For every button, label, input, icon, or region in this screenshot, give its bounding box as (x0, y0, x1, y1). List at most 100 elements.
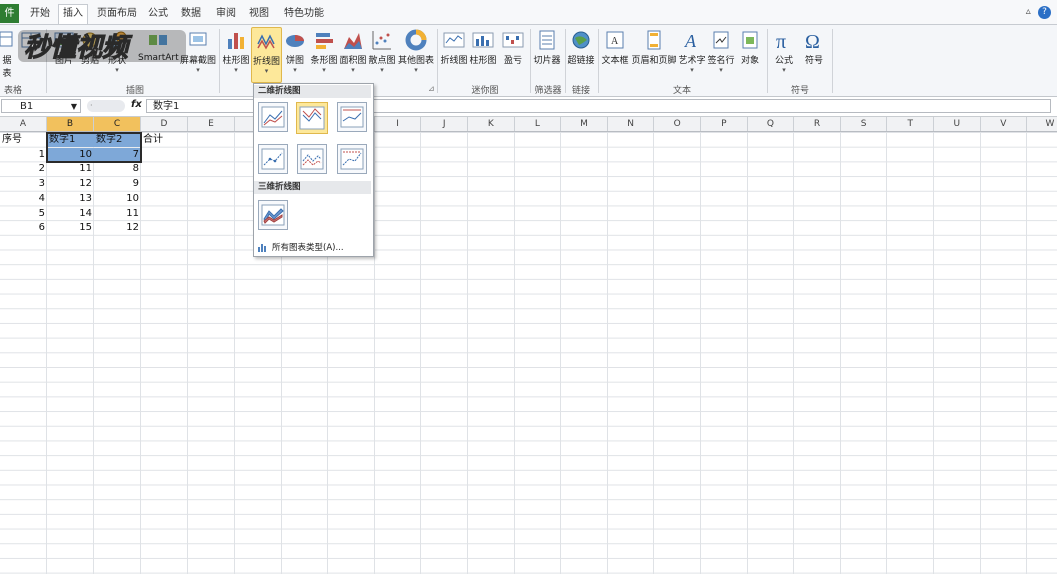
tab-view[interactable]: 视图 (245, 5, 273, 24)
grid-line (839, 132, 841, 574)
tab-insert[interactable]: 插入 (58, 4, 88, 24)
column-chart-icon (228, 33, 244, 49)
percent-line-markers-option[interactable] (337, 144, 367, 174)
group-label-symbols: 符号 (790, 86, 809, 96)
pie-chart-button[interactable]: 饼图 ▾ (283, 27, 307, 81)
object-button[interactable]: 对象 (736, 27, 764, 81)
collapse-ribbon-icon[interactable]: ▵ (1026, 6, 1031, 17)
textbox-button[interactable]: A 文本框 (600, 27, 630, 81)
other-charts-button[interactable]: 其他图表 ▾ (397, 27, 435, 81)
column-header-t[interactable]: T (887, 117, 934, 131)
pivot-table-button[interactable]: 据 表 (0, 27, 14, 81)
table-cell[interactable]: 15 (47, 221, 94, 235)
column-header-u[interactable]: U (934, 117, 981, 131)
grid-line (1026, 132, 1028, 574)
3d-line-thumb-icon (261, 204, 285, 226)
cell-header-3[interactable]: 合计 (141, 133, 188, 147)
percent-stacked-line-option[interactable] (337, 102, 367, 132)
header-footer-button[interactable]: 页眉和页脚 (631, 27, 677, 81)
table-cell[interactable]: 4 (0, 192, 47, 206)
column-header-n[interactable]: N (608, 117, 655, 131)
table-cell[interactable]: 12 (94, 221, 141, 235)
cell-header-0[interactable]: 序号 (0, 133, 47, 147)
column-header-d[interactable]: D (141, 117, 188, 131)
table-cell[interactable]: 13 (47, 192, 94, 206)
equation-button[interactable]: π 公式 ▾ (770, 27, 798, 81)
column-chart-button[interactable]: 柱形图 ▾ (222, 27, 250, 81)
group-label-text: 文本 (672, 86, 691, 96)
watermark-logo: 秒懂视频 (18, 30, 186, 64)
table-cell[interactable]: 2 (0, 162, 47, 176)
line-chart-thumb-icon (261, 106, 285, 128)
ribbon-tab-bar: 件 开始 插入 页面布局 公式 数据 审阅 视图 特色功能 ▵ ? (0, 0, 1057, 25)
tab-home[interactable]: 开始 (26, 5, 54, 24)
all-chart-types-link[interactable]: 所有图表类型(A)... (258, 241, 344, 253)
wordart-button[interactable]: A 艺术字 ▾ (678, 27, 706, 81)
formula-bar-divider[interactable]: · (87, 100, 125, 112)
bar-chart-icon (316, 33, 333, 49)
column-header-r[interactable]: R (794, 117, 841, 131)
grid-line (234, 132, 235, 574)
column-header-k[interactable]: K (468, 117, 515, 131)
tab-data[interactable]: 数据 (177, 5, 205, 24)
bar-chart-button[interactable]: 条形图 ▾ (310, 27, 338, 81)
column-header-q[interactable]: Q (748, 117, 795, 131)
grid-line (606, 132, 608, 574)
table-cell[interactable]: 6 (0, 221, 47, 235)
column-header-s[interactable]: S (841, 117, 888, 131)
line-markers-option[interactable] (258, 144, 288, 174)
column-header-v[interactable]: V (981, 117, 1028, 131)
column-header-m[interactable]: M (561, 117, 608, 131)
scatter-chart-button[interactable]: 散点图 ▾ (368, 27, 396, 81)
column-header-o[interactable]: O (654, 117, 701, 131)
sparkline-column-button[interactable]: 柱形图 (469, 27, 497, 81)
area-chart-button[interactable]: 面积图 ▾ (339, 27, 367, 81)
3d-line-chart-option[interactable] (258, 200, 288, 230)
table-cell[interactable]: 3 (0, 177, 47, 191)
tab-review[interactable]: 审阅 (212, 5, 240, 24)
table-cell[interactable]: 11 (94, 207, 141, 221)
grid-line (886, 132, 888, 574)
column-header-j[interactable]: J (421, 117, 468, 131)
function-icon[interactable]: fx (131, 99, 142, 110)
table-cell[interactable]: 5 (0, 207, 47, 221)
line-chart-dropdown: 二维折线图 三维折线图 所有图表类型(A)... (253, 83, 374, 257)
hyperlink-button[interactable]: 超链接 (567, 27, 595, 81)
column-header-b[interactable]: B (47, 117, 94, 131)
symbol-button[interactable]: Ω 符号 (800, 27, 828, 81)
line-chart-button[interactable]: 折线图 ▾ (251, 27, 282, 83)
column-header-c[interactable]: C (94, 117, 141, 131)
table-cell[interactable]: 11 (47, 162, 94, 176)
sparkline-line-button[interactable]: 折线图 (440, 27, 468, 81)
column-header-a[interactable]: A (0, 117, 47, 131)
charts-dialog-launcher-icon[interactable]: ⊿ (428, 84, 435, 93)
table-cell[interactable]: 14 (47, 207, 94, 221)
help-icon[interactable]: ? (1038, 6, 1051, 19)
grid-line (700, 132, 701, 574)
section-3d-line: 三维折线图 (254, 181, 371, 194)
stacked-line-chart-option[interactable] (296, 102, 328, 134)
column-header-p[interactable]: P (701, 117, 748, 131)
signature-line-icon (713, 31, 729, 49)
chevron-down-icon[interactable]: ▼ (71, 100, 77, 114)
table-cell[interactable]: 1 (0, 148, 47, 162)
cell-area[interactable] (0, 132, 1057, 574)
line-chart-option[interactable] (258, 102, 288, 132)
table-cell[interactable]: 8 (94, 162, 141, 176)
column-header-i[interactable]: I (375, 117, 422, 131)
file-tab[interactable]: 件 (0, 4, 19, 23)
column-header-w[interactable]: W (1027, 117, 1057, 131)
tab-special-features[interactable]: 特色功能 (280, 5, 328, 24)
tab-page-layout[interactable]: 页面布局 (93, 5, 141, 24)
name-box[interactable]: B1 ▼ (1, 99, 81, 113)
slicer-button[interactable]: 切片器 (532, 27, 562, 81)
table-cell[interactable]: 10 (94, 192, 141, 206)
stacked-line-markers-option[interactable] (297, 144, 327, 174)
table-cell[interactable]: 9 (94, 177, 141, 191)
table-cell[interactable]: 12 (47, 177, 94, 191)
column-header-l[interactable]: L (515, 117, 562, 131)
tab-formulas[interactable]: 公式 (144, 5, 172, 24)
column-header-e[interactable]: E (188, 117, 235, 131)
sparkline-winloss-button[interactable]: 盈亏 (499, 27, 527, 81)
signature-line-button[interactable]: 签名行 ▾ (707, 27, 735, 81)
